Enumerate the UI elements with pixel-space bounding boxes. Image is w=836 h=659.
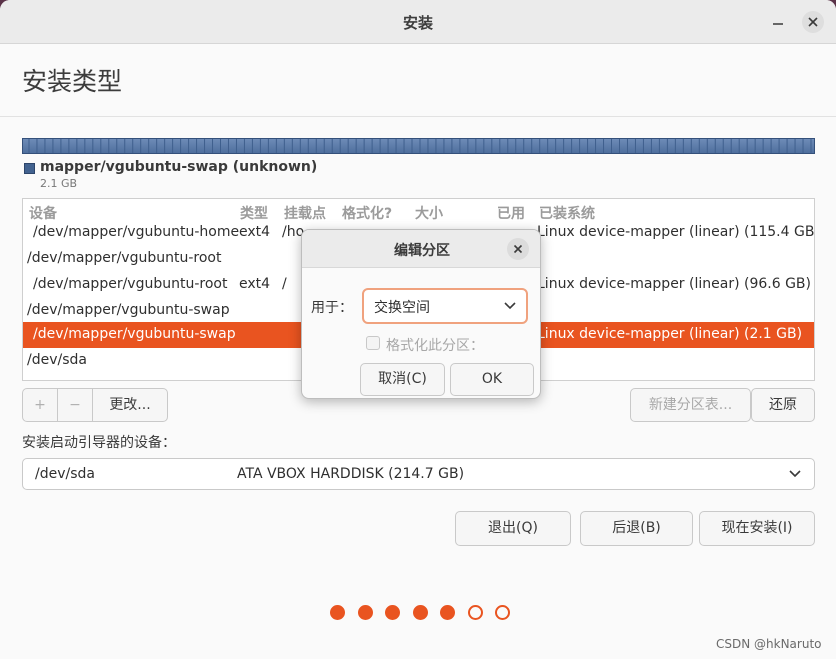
row-type: ext4	[239, 276, 271, 292]
dialog-close-button[interactable]	[507, 238, 529, 260]
row-system: Linux device-mapper (linear) (115.4 GB)	[537, 224, 815, 240]
row-device: /dev/mapper/vgubuntu-home	[33, 224, 240, 240]
partition-legend-swatch	[24, 163, 35, 174]
row-device: /dev/mapper/vgubuntu-swap	[33, 326, 236, 342]
row-device: /dev/mapper/vgubuntu-swap	[27, 302, 230, 318]
change-partition-button[interactable]: 更改...	[93, 389, 167, 421]
progress-dot-complete	[385, 605, 400, 620]
bootloader-device-description: ATA VBOX HARDDISK (214.7 GB)	[237, 466, 465, 482]
title-bar: 安装	[0, 0, 836, 44]
use-as-value: 交换空间	[374, 300, 430, 316]
row-type: ext4	[239, 224, 271, 240]
dialog-title: 编辑分区	[394, 243, 450, 259]
chevron-down-icon	[504, 302, 516, 310]
progress-dot-complete	[440, 605, 455, 620]
new-partition-table-button[interactable]: 新建分区表...	[630, 388, 751, 422]
minimize-icon[interactable]	[772, 14, 784, 26]
back-button[interactable]: 后退(B)	[580, 511, 693, 546]
row-system: Linux device-mapper (linear) (96.6 GB)	[537, 276, 811, 292]
dialog-header: 编辑分区	[302, 230, 540, 268]
row-device: /dev/mapper/vgubuntu-root	[27, 250, 222, 266]
bootloader-label: 安装启动引导器的设备：	[22, 435, 176, 451]
partition-edit-buttons: + − 更改...	[22, 388, 168, 422]
close-icon	[513, 244, 523, 254]
install-now-button[interactable]: 现在安装(I)	[699, 511, 815, 546]
partition-legend-size: 2.1 GB	[40, 177, 78, 190]
partition-bar-pattern	[28, 139, 812, 153]
partition-legend-name: mapper/vgubuntu-swap (unknown)	[40, 159, 318, 175]
revert-button[interactable]: 还原	[751, 388, 815, 422]
progress-dot-complete	[412, 605, 428, 620]
dialog-ok-button[interactable]: OK	[450, 363, 534, 396]
format-partition-label: 格式化此分区：	[386, 338, 484, 354]
bootloader-device: /dev/sda	[35, 466, 95, 482]
close-icon	[808, 17, 818, 27]
quit-button[interactable]: 退出(Q)	[455, 511, 571, 546]
remove-partition-button[interactable]: −	[58, 389, 93, 421]
bootloader-device-select[interactable]: /dev/sda ATA VBOX HARDDISK (214.7 GB)	[22, 458, 815, 490]
progress-dot-complete	[357, 605, 373, 620]
heading-divider	[0, 116, 836, 117]
row-device: /dev/mapper/vgubuntu-root	[33, 276, 228, 292]
edit-partition-dialog: 编辑分区 用于： 交换空间 格式化此分区： 取消(C) OK	[301, 229, 541, 399]
row-mount: /	[282, 276, 287, 292]
row-system: Linux device-mapper (linear) (2.1 GB)	[537, 326, 803, 342]
partition-bar	[22, 138, 815, 154]
dialog-cancel-button[interactable]: 取消(C)	[360, 363, 445, 396]
format-partition-checkbox[interactable]	[366, 336, 380, 350]
progress-dot-pending	[495, 605, 510, 620]
add-partition-button[interactable]: +	[23, 389, 58, 421]
use-as-label: 用于：	[311, 300, 353, 316]
chevron-down-icon	[789, 470, 801, 478]
progress-dot-pending	[467, 605, 483, 620]
page-title: 安装类型	[22, 67, 123, 96]
row-device: /dev/sda	[27, 352, 87, 368]
watermark: CSDN @hkNaruto	[716, 637, 822, 651]
use-as-select[interactable]: 交换空间	[362, 288, 528, 324]
window-close-button[interactable]	[802, 11, 824, 33]
window-title: 安装	[402, 14, 433, 32]
progress-dot-complete	[330, 605, 345, 620]
